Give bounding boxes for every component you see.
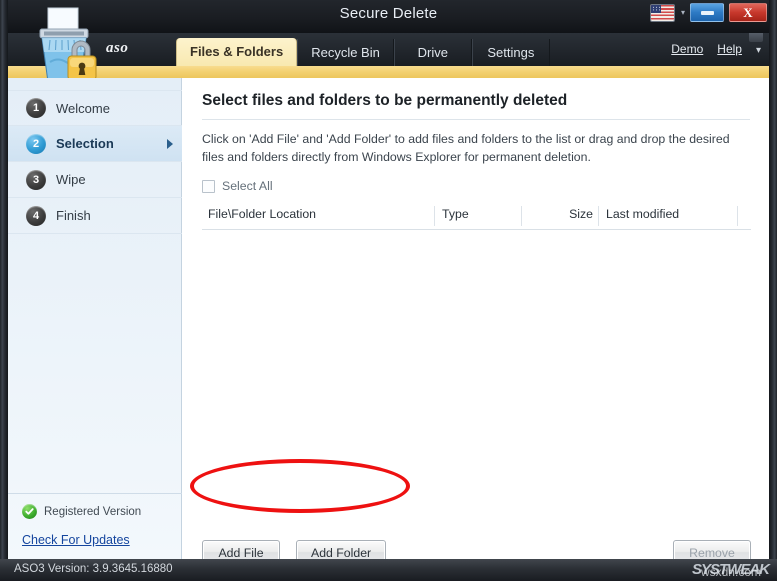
step-number: 4 (26, 206, 46, 226)
sidebar-item-wipe[interactable]: 3 Wipe (8, 162, 182, 198)
demo-link[interactable]: Demo (671, 42, 703, 56)
sidebar-item-welcome[interactable]: 1 Welcome (8, 90, 182, 126)
header-links: Demo Help ▾ (671, 42, 761, 56)
demo-link-label: Demo (671, 42, 703, 56)
file-list[interactable] (202, 230, 751, 518)
step-number: 3 (26, 170, 46, 190)
main-content: Select files and folders to be permanent… (182, 78, 769, 559)
sidebar: 1 Welcome 2 Selection 3 Wipe 4 Finish (8, 78, 182, 559)
title-bar: Secure Delete ▾ X (0, 0, 777, 33)
watermark-overlay: wsxdn.com (701, 565, 761, 579)
help-link-label: Help (717, 42, 742, 56)
check-circle-icon (22, 504, 37, 519)
close-button[interactable]: X (729, 3, 767, 22)
minimize-glyph (701, 11, 714, 15)
brand-label: aso (106, 40, 128, 57)
help-link[interactable]: Help (717, 42, 742, 56)
column-header-size[interactable]: Size (529, 207, 593, 221)
step-number: 2 (26, 134, 46, 154)
minimize-button[interactable] (690, 3, 724, 22)
tab-settings[interactable]: Settings (472, 39, 550, 66)
select-all-row[interactable]: Select All (202, 179, 273, 193)
step-number: 1 (26, 98, 46, 118)
window-frame-right (769, 0, 777, 581)
sidebar-item-finish[interactable]: 4 Finish (8, 198, 182, 234)
sidebar-item-label: Welcome (56, 101, 110, 116)
window-controls: ▾ X (650, 3, 767, 22)
tab-list: Files & Folders Recycle Bin Drive Settin… (176, 33, 550, 66)
column-divider[interactable] (737, 206, 738, 226)
column-divider[interactable] (521, 206, 522, 226)
tab-recycle-bin[interactable]: Recycle Bin (297, 39, 394, 66)
header-chevron-down-icon[interactable]: ▾ (756, 45, 761, 56)
column-header-last-modified[interactable]: Last modified (606, 207, 679, 221)
column-divider[interactable] (598, 206, 599, 226)
column-header-type[interactable]: Type (442, 207, 469, 221)
column-divider[interactable] (434, 206, 435, 226)
registered-status: Registered Version (8, 504, 182, 519)
status-bar: ASO3 Version: 3.9.3645.16880 SYSTWEAK ws… (0, 559, 777, 581)
file-table-header: File\Folder Location Type Size Last modi… (202, 204, 751, 230)
sidebar-item-label: Selection (56, 136, 114, 151)
application-window: Secure Delete ▾ X aso Files & Folders Re… (0, 0, 777, 581)
page-description: Click on 'Add File' and 'Add Folder' to … (202, 130, 754, 167)
registered-label: Registered Version (44, 506, 141, 518)
tab-drive[interactable]: Drive (394, 39, 472, 66)
select-all-label: Select All (222, 179, 273, 193)
wizard-steps: 1 Welcome 2 Selection 3 Wipe 4 Finish (8, 90, 182, 234)
chevron-right-icon (167, 139, 173, 149)
us-flag-icon[interactable] (650, 4, 675, 22)
chevron-down-icon[interactable]: ▾ (681, 8, 685, 17)
column-header-location[interactable]: File\Folder Location (208, 207, 316, 221)
title-divider (202, 119, 750, 120)
tab-files-folders[interactable]: Files & Folders (176, 38, 297, 66)
check-for-updates-link[interactable]: Check For Updates (8, 533, 182, 547)
select-all-checkbox[interactable] (202, 180, 215, 193)
version-label: ASO3 Version: 3.9.3645.16880 (14, 563, 173, 575)
flag-canton (651, 5, 661, 13)
sidebar-item-label: Wipe (56, 172, 86, 187)
tab-strip: aso Files & Folders Recycle Bin Drive Se… (8, 33, 769, 66)
header-menu-box[interactable] (749, 33, 763, 42)
sidebar-item-label: Finish (56, 208, 91, 223)
page-title: Select files and folders to be permanent… (202, 92, 567, 110)
sidebar-footer: Registered Version Check For Updates (8, 493, 182, 559)
sidebar-item-selection[interactable]: 2 Selection (8, 126, 182, 162)
window-frame-left (0, 0, 8, 581)
